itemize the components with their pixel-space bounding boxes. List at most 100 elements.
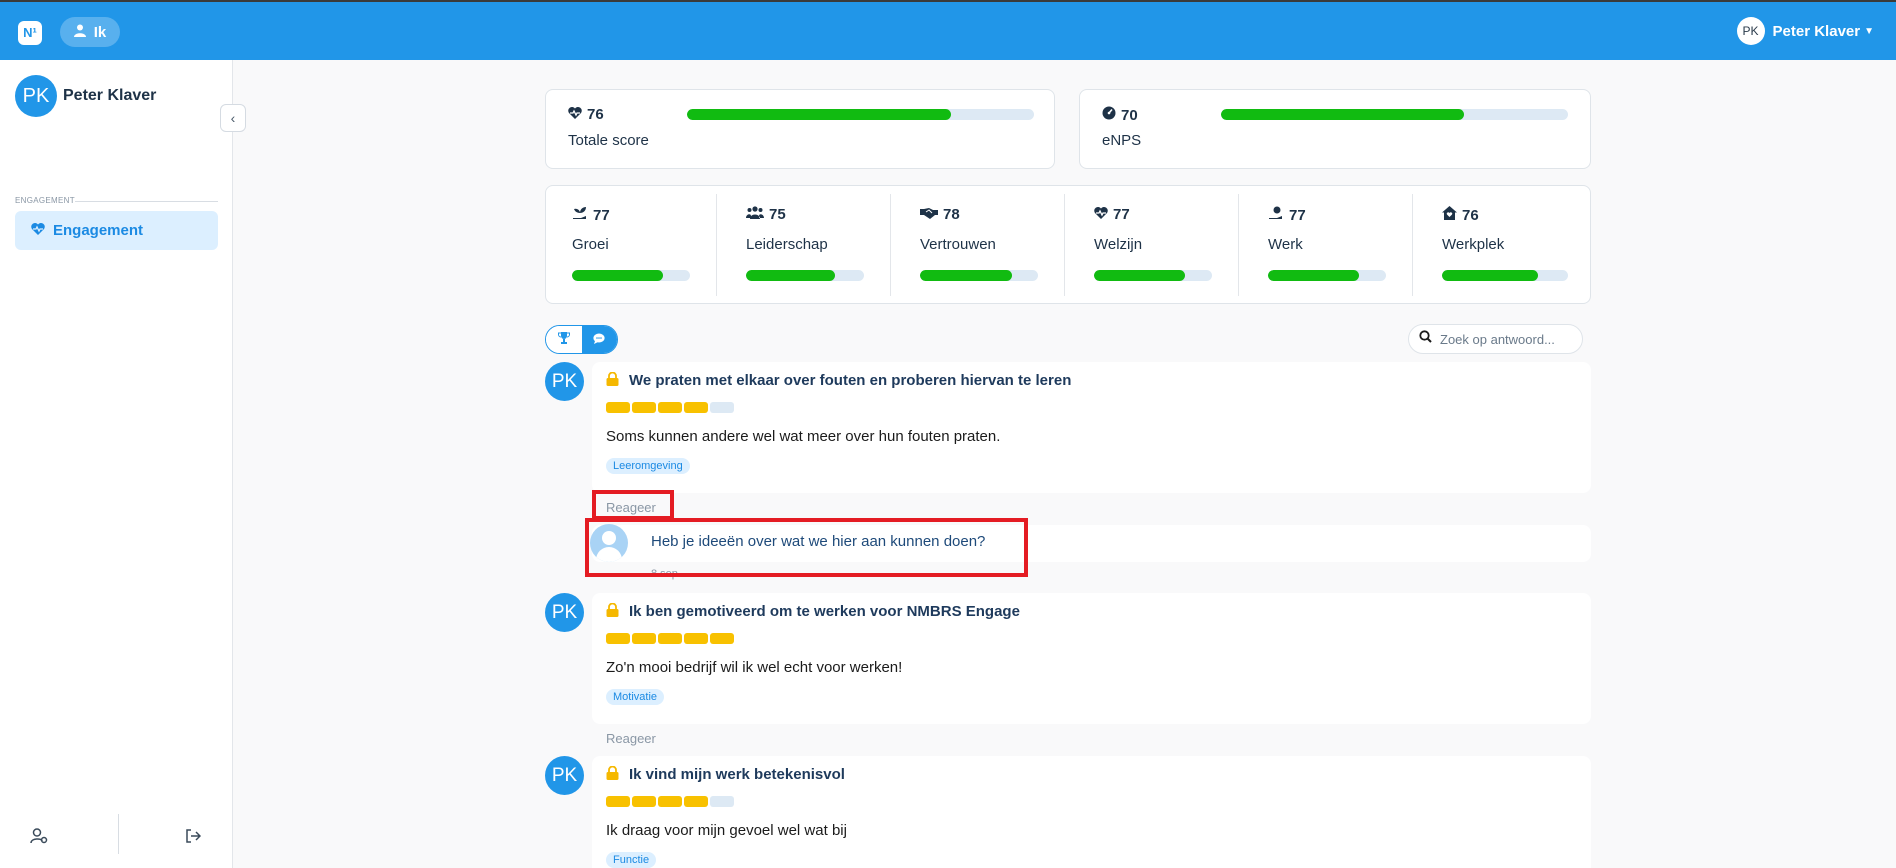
post-tag[interactable]: Leeromgeving — [606, 458, 690, 474]
rating — [606, 796, 734, 807]
rating-segment — [684, 796, 708, 807]
rating-segment — [632, 402, 656, 413]
trophy-view-button[interactable] — [546, 326, 582, 353]
divider — [75, 201, 218, 202]
ik-label: Ik — [93, 23, 107, 41]
post-title-text: Ik ben gemotiveerd om te werken voor NMB… — [629, 603, 1020, 620]
theme-label: Welzijn — [1094, 236, 1143, 253]
sidebar-item-label: Engagement — [53, 222, 144, 239]
post-title-text: We praten met elkaar over fouten en prob… — [629, 372, 1072, 389]
theme-bar — [1094, 270, 1212, 281]
post-text: Soms kunnen andere wel wat meer over hun… — [606, 428, 1001, 445]
gauge-icon — [1102, 106, 1116, 124]
reply-link[interactable]: Reageer — [606, 731, 656, 746]
total-score-card: 76 Totale score — [545, 89, 1055, 169]
avatar: PK — [15, 75, 57, 117]
handshake-icon — [920, 206, 938, 223]
hand-growth-icon — [572, 206, 588, 224]
theme-bar-fill — [1442, 270, 1538, 281]
total-score-value: 76 — [568, 106, 604, 123]
theme-label: Vertrouwen — [920, 236, 996, 253]
divider — [716, 194, 717, 296]
theme-groei[interactable]: 77 Groei — [546, 186, 720, 304]
search-box — [1408, 324, 1583, 354]
user-menu[interactable]: PK Peter Klaver ▼ — [1736, 17, 1874, 45]
rating-segment — [684, 402, 708, 413]
theme-werk-value: 77 — [1268, 206, 1306, 224]
rating-segment — [632, 796, 656, 807]
logout-icon[interactable] — [185, 828, 202, 849]
house-icon — [1442, 206, 1457, 224]
user-settings-icon[interactable] — [30, 828, 48, 849]
top-bar: N¹ Ik PK Peter Klaver ▼ — [0, 0, 1896, 60]
theme-vertrouwen[interactable]: 78 Vertrouwen — [894, 186, 1068, 304]
theme-label: Leiderschap — [746, 236, 828, 253]
avatar: PK — [1736, 17, 1765, 45]
theme-bar-fill — [572, 270, 663, 281]
theme-value-number: 76 — [1462, 206, 1479, 224]
highlight-box — [592, 490, 674, 520]
theme-bar-fill — [920, 270, 1013, 281]
theme-bar — [572, 270, 690, 281]
theme-label: Groei — [572, 236, 609, 253]
theme-leiderschap[interactable]: 75 Leiderschap — [720, 186, 894, 304]
comment-icon — [593, 333, 605, 347]
total-score-label: Totale score — [568, 132, 649, 149]
theme-leiderschap-value: 75 — [746, 206, 786, 223]
sidebar-user: PK Peter Klaver — [15, 75, 156, 117]
post-text: Ik draag voor mijn gevoel wel wat bij — [606, 822, 847, 839]
sidebar-section-label: ENGAGEMENT — [15, 196, 218, 205]
theme-bar — [1268, 270, 1386, 281]
theme-werkplek[interactable]: 76 Werkplek — [1416, 186, 1592, 304]
users-icon — [746, 206, 764, 223]
view-toggle — [545, 325, 618, 354]
rating-segment — [710, 796, 734, 807]
post-avatar: PK — [545, 362, 584, 401]
rating-segment — [710, 402, 734, 413]
total-score-number: 76 — [587, 106, 604, 123]
post-tag[interactable]: Motivatie — [606, 689, 665, 705]
lock-icon — [606, 371, 619, 389]
sidebar-item-engagement[interactable]: Engagement — [15, 211, 218, 250]
app-logo[interactable]: N¹ — [18, 21, 42, 45]
rating-segment — [658, 402, 682, 413]
theme-bar-fill — [1094, 270, 1185, 281]
collapse-sidebar-button[interactable]: ‹ — [220, 104, 246, 132]
enps-card: 70 eNPS — [1079, 89, 1591, 169]
post-text: Zo'n mooi bedrijf wil ik wel echt voor w… — [606, 659, 903, 676]
ik-button[interactable]: Ik — [60, 17, 120, 47]
post-title: We praten met elkaar over fouten en prob… — [606, 371, 1072, 389]
user-name: Peter Klaver — [1772, 22, 1861, 40]
divider — [1412, 194, 1413, 296]
highlight-box — [585, 518, 1028, 577]
rating-segment — [684, 633, 708, 644]
theme-value-number: 77 — [593, 206, 610, 224]
theme-bar-fill — [1268, 270, 1359, 281]
heartbeat-icon — [1094, 206, 1108, 223]
divider — [1238, 194, 1239, 296]
rating-segment — [606, 402, 630, 413]
theme-werk[interactable]: 77 Werk — [1242, 186, 1416, 304]
theme-scores-card: 77 Groei 75 Leiderschap 78 Vertrouwen 77… — [545, 185, 1591, 304]
search-input[interactable] — [1440, 331, 1570, 347]
theme-bar — [746, 270, 864, 281]
post-avatar: PK — [545, 593, 584, 632]
rating-segment — [632, 633, 656, 644]
rating-segment — [710, 633, 734, 644]
rating — [606, 402, 734, 413]
post-tag[interactable]: Functie — [606, 852, 657, 868]
theme-value-number: 77 — [1113, 206, 1130, 223]
theme-value-number: 75 — [769, 206, 786, 223]
heartbeat-icon — [31, 222, 45, 239]
lock-icon — [606, 765, 619, 783]
theme-welzijn[interactable]: 77 Welzijn — [1068, 186, 1242, 304]
user-icon — [73, 24, 86, 41]
total-score-bar-fill — [687, 109, 951, 120]
enps-bar — [1221, 109, 1568, 120]
comments-view-button[interactable] — [581, 326, 617, 353]
sidebar-footer — [0, 812, 233, 868]
enps-value: 70 — [1102, 106, 1138, 124]
hand-icon — [1268, 206, 1284, 224]
trophy-icon — [557, 332, 570, 347]
post-avatar: PK — [545, 756, 584, 795]
